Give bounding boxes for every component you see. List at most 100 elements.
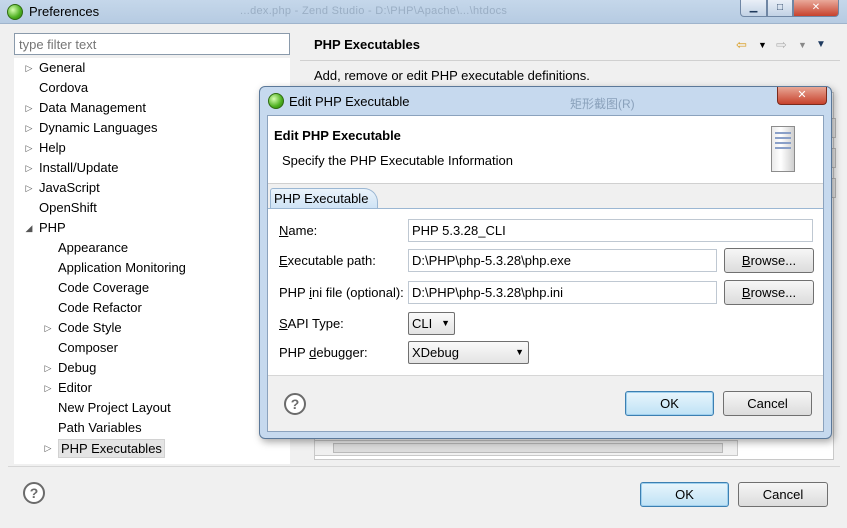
back-menu-chevron-icon[interactable]: ▼ xyxy=(758,36,767,54)
tree-item-label: Help xyxy=(39,140,66,155)
ini-file-label: PHP ini file (optional): xyxy=(279,285,404,300)
name-label: Name: xyxy=(279,223,318,238)
edit-php-executable-dialog: Edit PHP Executable 矩形截图(R) ✕ Edit PHP E… xyxy=(259,86,832,439)
tree-item[interactable]: Code Refactor xyxy=(14,298,276,318)
page-navigation: ⇦ ▼ ⇨ ▼ ▼ xyxy=(736,36,832,54)
close-button[interactable]: ✕ xyxy=(793,0,839,17)
tree-item[interactable]: OpenShift xyxy=(14,198,276,218)
expanded-arrow-icon[interactable]: ◢ xyxy=(24,218,34,238)
collapsed-arrow-icon[interactable]: ▷ xyxy=(43,438,53,458)
collapsed-arrow-icon[interactable]: ▷ xyxy=(24,118,34,138)
tab-php-executable[interactable]: PHP Executable xyxy=(270,188,378,208)
tree-item[interactable]: ▷ Install/Update xyxy=(14,158,276,178)
dialog-ok-button[interactable]: OK xyxy=(625,391,714,416)
tree-item-label: Editor xyxy=(58,380,92,395)
preference-tree: ▲ ▼ ▷GeneralCordova▷Data Management▷Dyna… xyxy=(14,58,290,464)
tree-item-label: PHP xyxy=(39,220,66,235)
tree-item[interactable]: ▷ PHP Executables xyxy=(14,438,276,458)
tree-item[interactable]: Appearance xyxy=(14,238,276,258)
executable-path-field[interactable]: D:\PHP\php-5.3.28\php.exe xyxy=(408,249,717,272)
browse-executable-button[interactable]: Browse... xyxy=(724,248,814,273)
eclipse-app-icon xyxy=(268,93,284,109)
filter-input[interactable] xyxy=(14,33,290,55)
name-field[interactable]: PHP 5.3.28_CLI xyxy=(408,219,813,242)
collapsed-arrow-icon[interactable]: ▷ xyxy=(43,318,53,338)
maximize-button[interactable]: □ xyxy=(767,0,793,17)
tree-item[interactable]: ▷ Dynamic Languages xyxy=(14,118,276,138)
server-icon xyxy=(771,126,795,172)
dialog-body: Edit PHP Executable Specify the PHP Exec… xyxy=(267,115,824,432)
dialog-header: Edit PHP Executable Specify the PHP Exec… xyxy=(268,116,823,184)
chevron-down-icon: ▼ xyxy=(515,347,524,357)
back-arrow-icon[interactable]: ⇦ xyxy=(736,36,747,54)
tree-item[interactable]: Composer xyxy=(14,338,276,358)
tree-item[interactable]: Application Monitoring xyxy=(14,258,276,278)
tree-item-label: Path Variables xyxy=(58,420,142,435)
tree-item-label: New Project Layout xyxy=(58,400,171,415)
debugger-select[interactable]: XDebug ▼ xyxy=(408,341,529,364)
scroll-thumb[interactable] xyxy=(333,443,723,453)
tree-item[interactable]: ▷ General xyxy=(14,58,276,78)
tree-item[interactable]: ▷ Editor xyxy=(14,378,276,398)
forward-menu-chevron-icon[interactable]: ▼ xyxy=(798,36,807,54)
collapsed-arrow-icon[interactable]: ▷ xyxy=(24,138,34,158)
dialog-header-subtitle: Specify the PHP Executable Information xyxy=(282,153,513,168)
tree-item-label: Dynamic Languages xyxy=(39,120,158,135)
table-horizontal-scrollbar[interactable] xyxy=(314,440,738,456)
tab-folder: PHP Executable Name: PHP 5.3.28_CLI Exec… xyxy=(268,186,823,376)
dialog-title: Edit PHP Executable xyxy=(289,94,410,109)
tree-item-label: Install/Update xyxy=(39,160,119,175)
background-menu-text: 矩形截图(R) xyxy=(570,97,635,111)
tree-item-label: Code Refactor xyxy=(58,300,142,315)
eclipse-app-icon xyxy=(7,4,23,20)
view-menu-icon[interactable]: ▼ xyxy=(816,36,826,54)
tree-item[interactable]: ▷ Debug xyxy=(14,358,276,378)
tree-item[interactable]: Cordova xyxy=(14,78,276,98)
collapsed-arrow-icon[interactable]: ▷ xyxy=(24,58,34,78)
executable-path-label: Executable path: xyxy=(279,253,376,268)
background-window-title: ...dex.php - Zend Studio - D:\PHP\Apache… xyxy=(240,5,508,17)
tree-item-label: Code Coverage xyxy=(58,280,150,295)
dialog-close-button[interactable]: ✕ xyxy=(777,87,827,105)
chevron-down-icon: ▼ xyxy=(441,318,450,328)
collapsed-arrow-icon[interactable]: ▷ xyxy=(24,98,34,118)
footer-separator xyxy=(8,466,840,467)
forward-arrow-icon[interactable]: ⇨ xyxy=(776,36,787,54)
tree-item-label: Composer xyxy=(58,340,118,355)
ok-button[interactable]: OK xyxy=(640,482,729,507)
page-description: Add, remove or edit PHP executable defin… xyxy=(314,68,590,83)
tree-item[interactable]: ▷ Data Management xyxy=(14,98,276,118)
debugger-label: PHP debugger: xyxy=(279,345,368,360)
tree-item[interactable]: ▷ JavaScript xyxy=(14,178,276,198)
collapsed-arrow-icon[interactable]: ▷ xyxy=(43,378,53,398)
collapsed-arrow-icon[interactable]: ▷ xyxy=(24,158,34,178)
page-title: PHP Executables xyxy=(314,37,420,52)
title-bar: Preferences ...dex.php - Zend Studio - D… xyxy=(0,0,847,24)
tree-item-label: OpenShift xyxy=(39,200,97,215)
tree-item[interactable]: New Project Layout xyxy=(14,398,276,418)
browse-ini-button[interactable]: Browse... xyxy=(724,280,814,305)
ini-file-field[interactable]: D:\PHP\php-5.3.28\php.ini xyxy=(408,281,717,304)
tree-item-label: Code Style xyxy=(58,320,122,335)
tree-item[interactable]: ▷ Code Style xyxy=(14,318,276,338)
sapi-type-label: SAPI Type: xyxy=(279,316,344,331)
sapi-type-select[interactable]: CLI ▼ xyxy=(408,312,455,335)
tree-item-label: General xyxy=(39,60,86,75)
tab-panel: Name: PHP 5.3.28_CLI Executable path: D:… xyxy=(268,208,823,376)
tree-item[interactable]: ▷ Help xyxy=(14,138,276,158)
tree-item-label: Data Management xyxy=(39,100,146,115)
tree-item-label: Debug xyxy=(58,360,97,375)
window-title: Preferences xyxy=(29,4,100,19)
collapsed-arrow-icon[interactable]: ▷ xyxy=(43,358,53,378)
tree-item[interactable]: Code Coverage xyxy=(14,278,276,298)
tree-item[interactable]: ◢ PHP xyxy=(14,218,276,238)
tree-item[interactable]: Path Variables xyxy=(14,418,276,438)
tree-item-label: JavaScript xyxy=(39,180,100,195)
cancel-button[interactable]: Cancel xyxy=(738,482,828,507)
minimize-button[interactable]: ▁ xyxy=(740,0,767,17)
collapsed-arrow-icon[interactable]: ▷ xyxy=(24,178,34,198)
dialog-cancel-button[interactable]: Cancel xyxy=(723,391,812,416)
header-separator xyxy=(300,60,840,61)
help-icon[interactable]: ? xyxy=(284,393,306,415)
help-icon[interactable]: ? xyxy=(23,482,45,504)
